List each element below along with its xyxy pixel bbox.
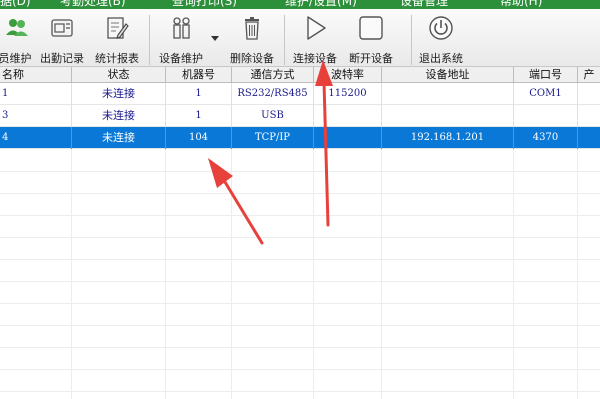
trash-icon — [245, 17, 259, 40]
menu-bar: 据(D) 考勤处理(B) 查询打印(S) 维护/设置(M) 设备管理 帮助(H) — [0, 0, 600, 9]
grid-line — [0, 193, 600, 194]
cell-address — [382, 105, 514, 127]
cell-port — [514, 105, 578, 127]
menu-item-maintenance[interactable]: 维护/设置(M) — [285, 0, 357, 8]
device-maintenance-icon — [173, 17, 190, 39]
cell-address: 192.168.1.201 — [382, 127, 514, 149]
grid-line — [313, 149, 314, 399]
cell-baud — [314, 105, 382, 127]
toolbar-separator — [149, 15, 150, 65]
grid-line — [0, 347, 600, 348]
cell-name: 3 — [0, 105, 72, 127]
staff-maintenance-label: 员维护 — [0, 52, 32, 65]
toolbar-separator — [284, 15, 285, 65]
menu-item-help[interactable]: 帮助(H) — [500, 0, 542, 8]
menu-item-data[interactable]: 据(D) — [0, 0, 31, 8]
menu-item-query-print[interactable]: 查询打印(S) — [172, 0, 237, 8]
play-icon — [307, 16, 326, 40]
grid-line — [0, 259, 600, 260]
grid-line — [0, 237, 600, 238]
attendance-record-label: 出勤记录 — [40, 52, 84, 65]
grid-line — [0, 325, 600, 326]
exit-system-button[interactable]: 退出系统 — [414, 9, 468, 67]
table-row[interactable]: 3 未连接 1 USB — [0, 105, 600, 127]
cell-machine-no: 104 — [166, 127, 232, 149]
column-header-baud[interactable]: 波特率 — [314, 67, 382, 83]
device-maintenance-button[interactable]: 设备维护 — [152, 9, 210, 67]
column-header-address[interactable]: 设备地址 — [382, 67, 514, 83]
cell-status: 未连接 — [72, 83, 166, 105]
connect-device-button[interactable]: 连接设备 — [288, 9, 342, 67]
users-icon — [6, 19, 28, 36]
menu-item-device-mgmt[interactable]: 设备管理 — [400, 0, 448, 8]
attendance-record-button[interactable]: 出勤记录 — [36, 9, 88, 67]
cell-machine-no: 1 — [166, 83, 232, 105]
grid-line — [165, 149, 166, 399]
grid-line — [513, 149, 514, 399]
grid-line — [0, 369, 600, 370]
toolbar: 员维护 出勤记录 统计报表 设备维护 删除设备 连接设备 断开设备 退出系统 — [0, 9, 600, 67]
report-edit-icon — [107, 17, 129, 39]
staff-maintenance-button[interactable]: 员维护 — [0, 9, 36, 67]
menu-item-attendance[interactable]: 考勤处理(B) — [60, 0, 126, 8]
column-header-port[interactable]: 端口号 — [514, 67, 578, 83]
grid-line — [0, 391, 600, 392]
grid-line — [231, 149, 232, 399]
attendance-record-icon — [51, 19, 73, 37]
delete-device-label: 删除设备 — [230, 52, 274, 65]
grid-line — [577, 149, 578, 399]
statistics-report-button[interactable]: 统计报表 — [90, 9, 144, 67]
device-maintenance-dropdown[interactable] — [208, 9, 222, 67]
cell-status: 未连接 — [72, 105, 166, 127]
table-header: 名称 状态 机器号 通信方式 波特率 设备地址 端口号 产 — [0, 67, 600, 83]
grid-line — [381, 149, 382, 399]
statistics-report-label: 统计报表 — [95, 52, 139, 65]
column-header-comm[interactable]: 通信方式 — [232, 67, 314, 83]
dropdown-arrow-icon — [211, 36, 219, 41]
grid-line — [0, 215, 600, 216]
disconnect-device-button[interactable]: 断开设备 — [344, 9, 398, 67]
device-maintenance-label: 设备维护 — [159, 52, 203, 65]
stop-icon — [359, 16, 383, 40]
column-header-status[interactable]: 状态 — [72, 67, 166, 83]
power-icon — [429, 16, 453, 40]
table-row[interactable]: 1 未连接 1 RS232/RS485 115200 COM1 — [0, 83, 600, 105]
cell-name: 1 — [0, 83, 72, 105]
delete-device-button[interactable]: 删除设备 — [226, 9, 278, 67]
grid-line — [0, 281, 600, 282]
cell-baud: 115200 — [314, 83, 382, 105]
grid-line — [0, 171, 600, 172]
table-row-selected[interactable]: 4 未连接 104 TCP/IP 192.168.1.201 4370 — [0, 127, 600, 149]
exit-system-label: 退出系统 — [419, 52, 463, 65]
column-header-name[interactable]: 名称 — [0, 67, 72, 83]
grid-line — [71, 149, 72, 399]
cell-port: COM1 — [514, 83, 578, 105]
cell-status: 未连接 — [72, 127, 166, 149]
cell-name: 4 — [0, 127, 72, 149]
cell-comm: USB — [232, 105, 314, 127]
grid-line — [0, 303, 600, 304]
column-header-machine-no[interactable]: 机器号 — [166, 67, 232, 83]
toolbar-separator — [411, 15, 412, 65]
cell-port: 4370 — [514, 127, 578, 149]
device-table: 名称 状态 机器号 通信方式 波特率 设备地址 端口号 产 1 未连接 1 RS… — [0, 67, 600, 399]
disconnect-device-label: 断开设备 — [349, 52, 393, 65]
cell-machine-no: 1 — [166, 105, 232, 127]
cell-baud — [314, 127, 382, 149]
cell-address — [382, 83, 514, 105]
connect-device-label: 连接设备 — [293, 52, 337, 65]
cell-comm: TCP/IP — [232, 127, 314, 149]
column-header-more[interactable]: 产 — [578, 67, 600, 83]
cell-comm: RS232/RS485 — [232, 83, 314, 105]
